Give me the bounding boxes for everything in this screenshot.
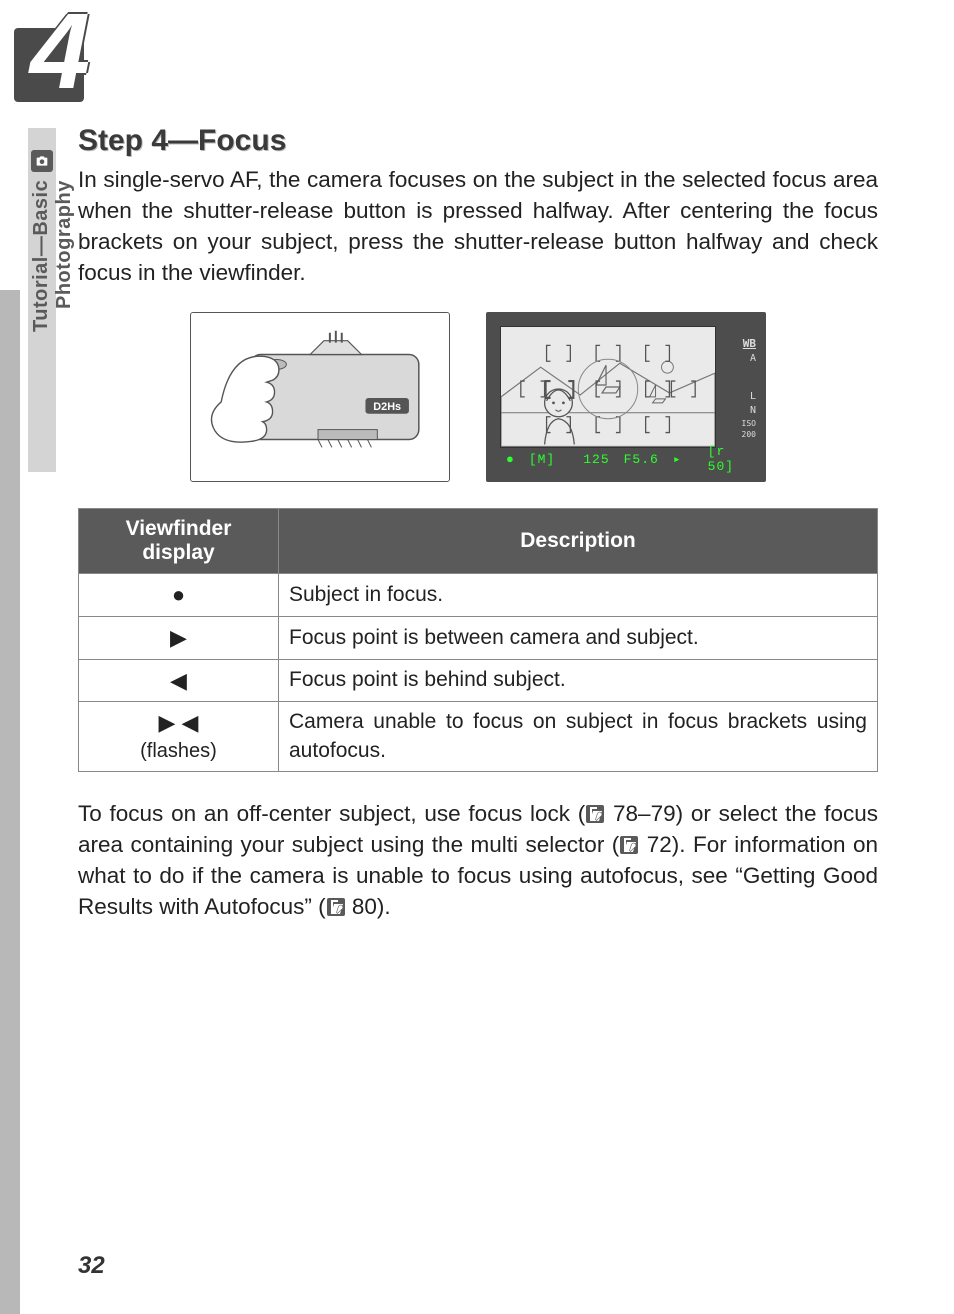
camera-icon — [31, 150, 53, 172]
table-header-display: Viewfinder display — [79, 509, 279, 574]
desc-back-focus: Focus point is behind subject. — [279, 659, 878, 702]
page-number: 32 — [78, 1252, 105, 1280]
chapter-number: 4 — [30, 8, 90, 94]
symbol-flash-arrows: ▶ ◀ — [159, 710, 199, 735]
vf-mode-label: A — [742, 352, 756, 366]
page-ref-icon — [326, 897, 346, 917]
symbol-flash-note: (flashes) — [89, 738, 268, 765]
page-ref-icon — [619, 835, 639, 855]
vf-iso-label: ISO 200 — [742, 418, 756, 440]
intro-paragraph: In single-servo AF, the camera focuses o… — [78, 164, 878, 288]
viewfinder-scene — [500, 326, 716, 448]
table-header-description: Description — [279, 509, 878, 574]
vf-af-mode: [M] — [529, 452, 555, 467]
symbol-back-focus: ◀ — [79, 659, 279, 702]
vf-frame-count: [r 50] — [708, 444, 734, 474]
para2-ref3: 80). — [346, 894, 391, 919]
closing-paragraph: To focus on an off-center subject, use f… — [78, 798, 878, 922]
table-row: ▶ Focus point is between camera and subj… — [79, 616, 878, 659]
table-row: ◀ Focus point is behind subject. — [79, 659, 878, 702]
viewfinder-table: Viewfinder display Description ● Subject… — [78, 508, 878, 772]
vf-meter-arrow: ▸ — [673, 452, 682, 467]
step-heading: Step 4—Focus — [78, 124, 878, 158]
vf-aperture: F5.6 — [624, 452, 659, 467]
table-row: ● Subject in focus. — [79, 574, 878, 617]
para2-seg1: To focus on an off-center subject, use f… — [78, 801, 585, 826]
table-row: ▶ ◀ (flashes) Camera unable to focus on … — [79, 702, 878, 772]
main-content: Step 4—Focus In single-servo AF, the cam… — [78, 124, 878, 922]
vf-quality-label: L — [742, 390, 756, 404]
viewfinder-right-readout: WB A L N ISO 200 — [742, 336, 756, 440]
camera-press-illustration: D2Hs — [190, 312, 450, 482]
svg-text:D2Hs: D2Hs — [373, 401, 401, 413]
vf-shutter: 125 — [583, 452, 609, 467]
desc-unable-focus: Camera unable to focus on subject in foc… — [279, 702, 878, 772]
illustration-row: D2Hs — [78, 312, 878, 482]
manual-page: 4 Tutorial—Basic Photography Step 4—Focu… — [0, 0, 954, 1314]
viewfinder-illustration: WB A L N ISO 200 ● [M] 125 F5.6 ▸ [r 50] — [486, 312, 766, 482]
left-spine-bar — [0, 290, 20, 1314]
desc-in-focus: Subject in focus. — [279, 574, 878, 617]
viewfinder-bottom-readout: ● [M] 125 F5.6 ▸ [r 50] — [506, 444, 716, 474]
vf-size-label: N — [742, 404, 756, 418]
symbol-in-focus: ● — [79, 574, 279, 617]
symbol-unable-focus: ▶ ◀ (flashes) — [79, 702, 279, 772]
vf-wb-label: WB — [742, 336, 756, 351]
symbol-front-focus: ▶ — [79, 616, 279, 659]
vf-focus-dot: ● — [506, 452, 515, 467]
desc-front-focus: Focus point is between camera and subjec… — [279, 616, 878, 659]
page-ref-icon — [585, 804, 605, 824]
sidebar-section-label: Tutorial—Basic Photography — [30, 180, 76, 460]
